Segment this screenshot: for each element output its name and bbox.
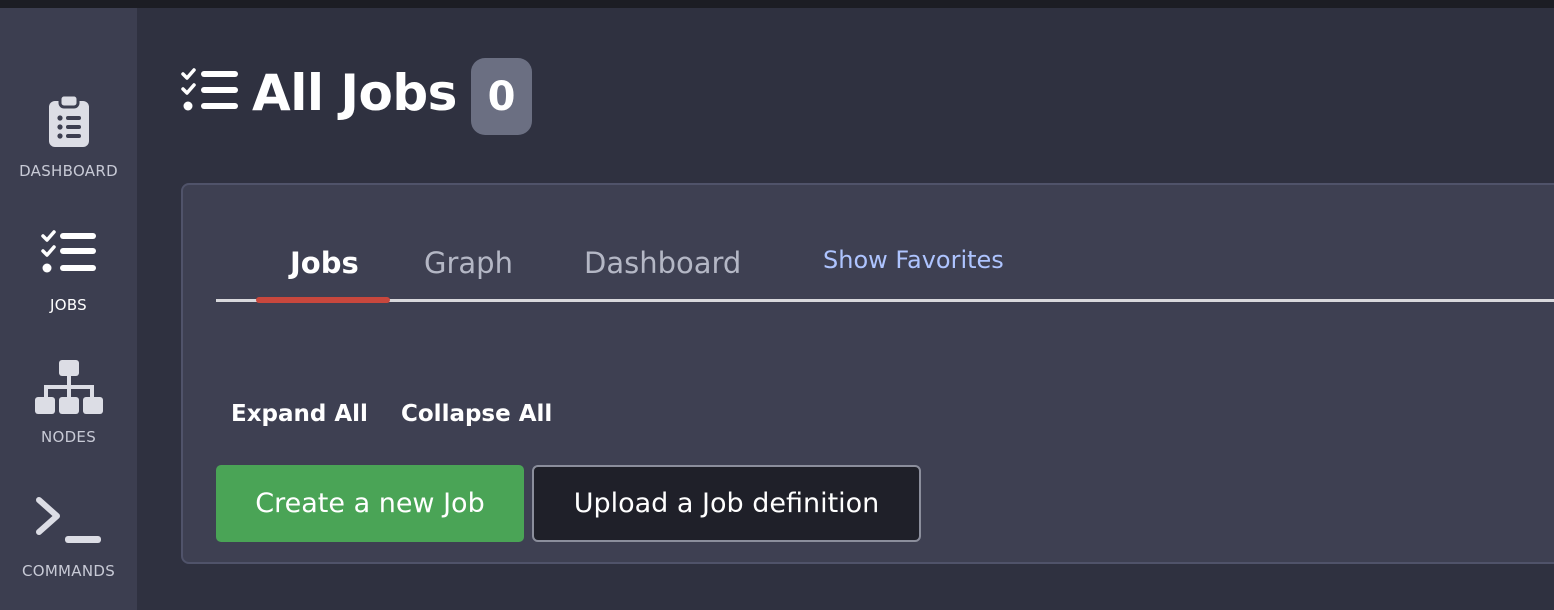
create-job-button[interactable]: Create a new Job	[216, 465, 524, 542]
sitemap-icon	[0, 360, 137, 414]
sidebar: DASHBOARD JOBS NODES COMMANDS	[0, 8, 137, 610]
job-count-badge: 0	[471, 58, 532, 135]
sidebar-item-label: JOBS	[50, 296, 87, 314]
tasks-icon	[181, 68, 239, 118]
sidebar-item-label: COMMANDS	[21, 562, 116, 580]
page-title: All Jobs	[252, 64, 457, 122]
collapse-all-button[interactable]: Collapse All	[401, 397, 552, 431]
sidebar-item-commands[interactable]: COMMANDS	[0, 488, 137, 598]
clipboard-list-icon	[0, 94, 137, 148]
active-tab-indicator	[256, 297, 390, 303]
tab-dashboard[interactable]: Dashboard	[584, 243, 741, 283]
sidebar-item-dashboard[interactable]: DASHBOARD	[0, 88, 137, 198]
sidebar-item-jobs[interactable]: JOBS	[0, 222, 137, 332]
sidebar-item-label: NODES	[40, 428, 97, 446]
tab-graph[interactable]: Graph	[424, 243, 513, 283]
top-bar	[0, 0, 1554, 8]
terminal-icon	[0, 496, 137, 544]
sidebar-item-nodes[interactable]: NODES	[0, 354, 137, 464]
expand-all-button[interactable]: Expand All	[231, 397, 368, 431]
show-favorites-link[interactable]: Show Favorites	[823, 243, 1004, 277]
tasks-icon	[0, 230, 137, 276]
tab-jobs[interactable]: Jobs	[290, 243, 359, 283]
tab-bar-divider	[216, 299, 1554, 302]
sidebar-item-label: DASHBOARD	[19, 162, 118, 180]
upload-job-definition-button[interactable]: Upload a Job definition	[532, 465, 921, 542]
